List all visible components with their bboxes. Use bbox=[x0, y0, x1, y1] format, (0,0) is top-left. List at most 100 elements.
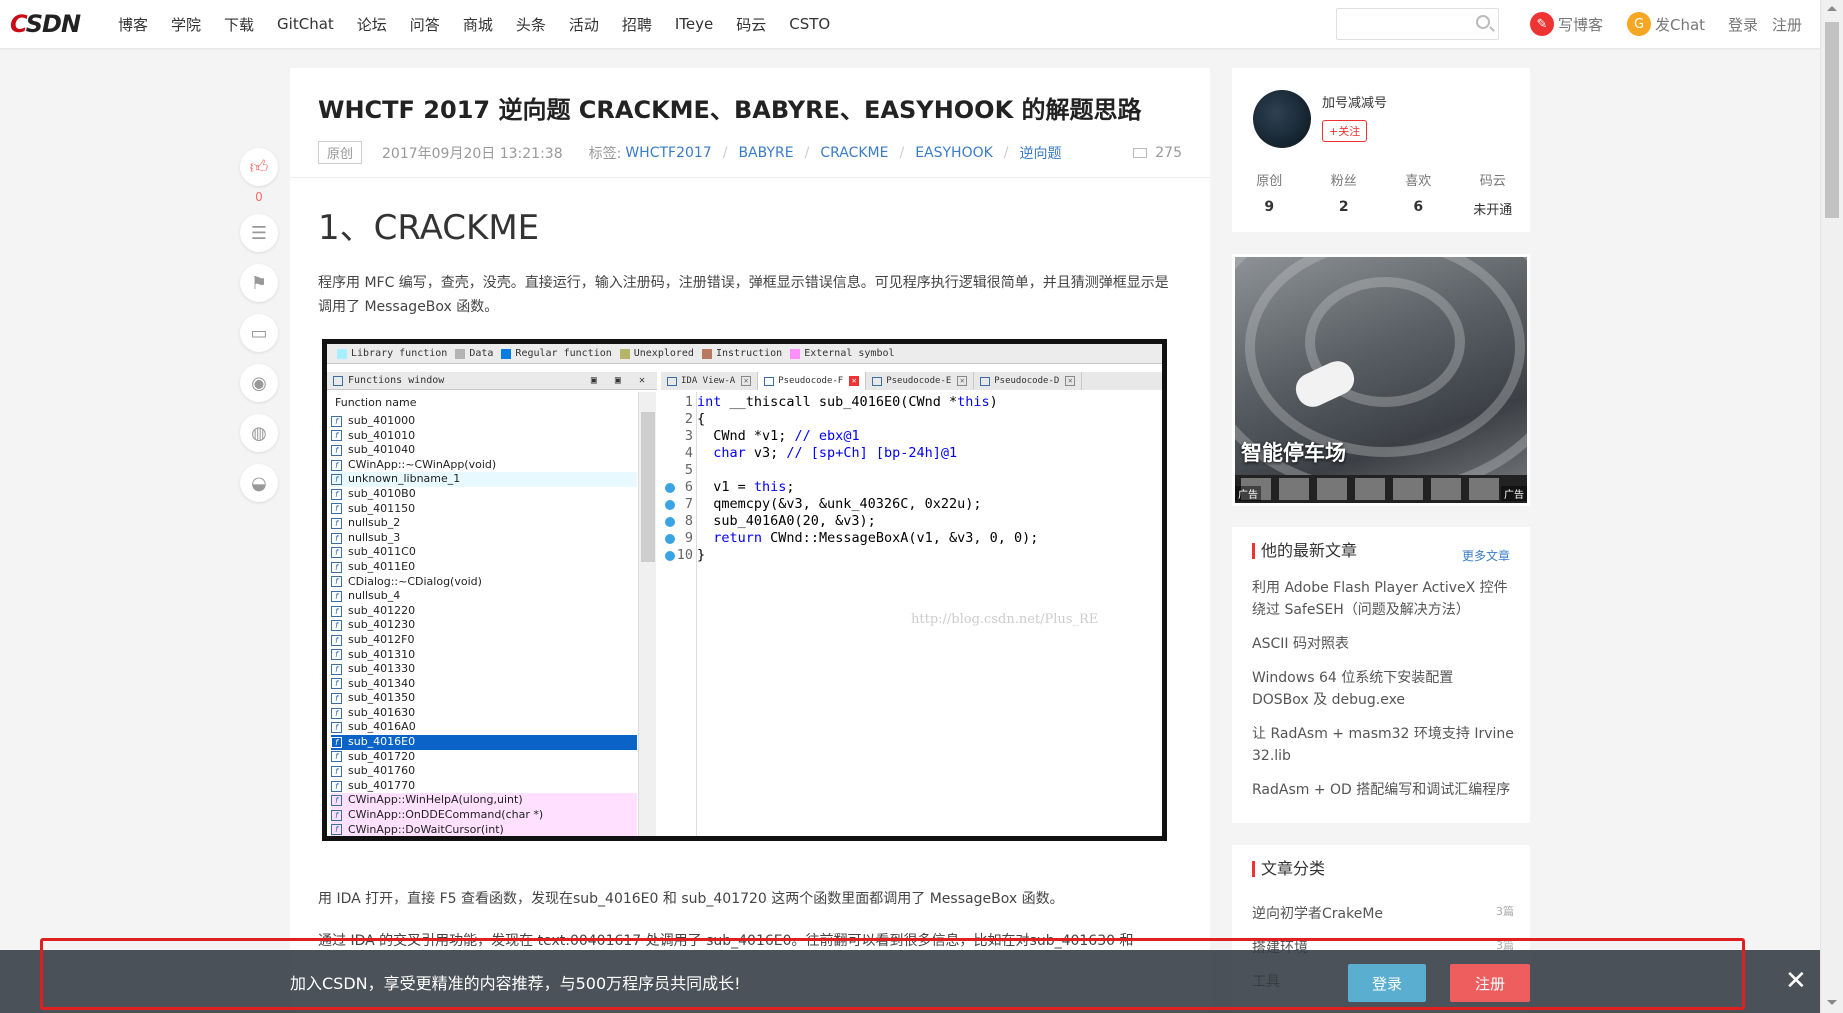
search-input[interactable] bbox=[1336, 8, 1499, 40]
function-list-item[interactable]: f CDialog::~CDialog(void) bbox=[331, 575, 637, 590]
function-list-item[interactable]: f sub_401770 bbox=[331, 779, 637, 794]
like-button[interactable]: 👍︎ bbox=[240, 148, 278, 186]
category-item[interactable]: 逆向初学者CrakeMe 3篇 bbox=[1252, 903, 1514, 923]
nav-item-qa[interactable]: 问答 bbox=[410, 14, 440, 35]
page-scrollbar[interactable] bbox=[1820, 0, 1843, 1013]
ida-tab[interactable]: Pseudocode-E ✕ bbox=[866, 372, 975, 390]
ad-card[interactable]: 智能停车场 广告 广告 bbox=[1232, 254, 1530, 506]
scrollbar-thumb[interactable] bbox=[1825, 22, 1839, 218]
ida-tab[interactable]: IDA View-A ✕ bbox=[661, 372, 759, 390]
nav-item-gitee[interactable]: 码云 bbox=[736, 14, 766, 35]
function-list-item[interactable]: f CWinApp::WinHelpA(ulong,uint) bbox=[331, 793, 637, 809]
function-list-item[interactable]: f CWinApp::DoWaitCursor(int) bbox=[331, 822, 637, 836]
function-list-item[interactable]: f sub_4016A0 bbox=[331, 720, 637, 735]
function-list-item[interactable]: f sub_401040 bbox=[331, 443, 637, 458]
nav-item-csto[interactable]: CSTO bbox=[789, 15, 830, 33]
function-list-item[interactable]: f sub_4012F0 bbox=[331, 633, 637, 648]
article-paragraph: 程序用 MFC 编写，查壳，没壳。直接运行，输入注册码，注册错误，弹框显示错误信… bbox=[318, 275, 1169, 315]
recent-article-link[interactable]: Windows 64 位系统下安装配置 DOSBox 及 debug.exe bbox=[1252, 667, 1514, 711]
ida-tab[interactable]: Pseudocode-F ✕ bbox=[758, 372, 867, 390]
close-tab-icon[interactable]: ✕ bbox=[741, 376, 752, 386]
search-icon[interactable] bbox=[1476, 15, 1490, 29]
watermark: http://blog.csdn.net/Plus_RE bbox=[911, 612, 1099, 627]
function-icon: f bbox=[331, 517, 342, 529]
breakpoint-dot bbox=[665, 517, 675, 527]
stat-gitee: 未开通 bbox=[1473, 203, 1513, 218]
tag-link[interactable]: BABYRE bbox=[738, 145, 793, 161]
function-list-item[interactable]: f nullsub_4 bbox=[331, 589, 637, 604]
stat-fans: 2 bbox=[1338, 199, 1349, 215]
function-list-item[interactable]: f sub_401000 bbox=[331, 414, 637, 429]
close-tab-icon[interactable]: ✕ bbox=[1065, 376, 1076, 386]
write-blog-button[interactable]: ✎ 写博客 bbox=[1530, 12, 1603, 36]
function-list-item[interactable]: f sub_4016E0 bbox=[331, 735, 637, 750]
function-list-item[interactable]: f sub_401720 bbox=[331, 750, 637, 765]
nav-item-blog[interactable]: 博客 bbox=[118, 14, 148, 35]
tag-link[interactable]: CRACKME bbox=[820, 145, 888, 161]
wechat-share-button[interactable]: ◍ bbox=[240, 414, 278, 452]
toc-button[interactable]: ☰ bbox=[240, 214, 278, 252]
bookmark-button[interactable]: ⚑ bbox=[240, 264, 278, 302]
function-icon: f bbox=[331, 605, 342, 617]
close-tab-icon[interactable]: ✕ bbox=[957, 376, 968, 386]
tag-link[interactable]: 逆向题 bbox=[1020, 143, 1062, 163]
tag-link[interactable]: EASYHOOK bbox=[915, 145, 993, 161]
close-icon[interactable]: ✕ bbox=[1785, 966, 1807, 996]
function-list-item[interactable]: f sub_401350 bbox=[331, 691, 637, 706]
function-list-item[interactable]: f sub_401340 bbox=[331, 677, 637, 692]
breakpoint-dot bbox=[665, 500, 675, 510]
weibo-share-button[interactable]: ◉ bbox=[240, 364, 278, 402]
more-articles-link[interactable]: 更多文章 bbox=[1462, 547, 1510, 564]
author-name[interactable]: 加号减减号 bbox=[1322, 92, 1387, 111]
article-title: WHCTF 2017 逆向题 CRACKME、BABYRE、EASYHOOK 的… bbox=[318, 96, 1142, 124]
function-list-item[interactable]: f sub_401330 bbox=[331, 662, 637, 677]
nav-item-forum[interactable]: 论坛 bbox=[357, 14, 387, 35]
function-icon: f bbox=[331, 795, 342, 807]
function-list-item[interactable]: f sub_4011E0 bbox=[331, 560, 637, 575]
function-list-item[interactable]: f sub_4010B0 bbox=[331, 487, 637, 502]
register-link[interactable]: 注册 bbox=[1772, 14, 1802, 35]
nav-item-jobs[interactable]: 招聘 bbox=[622, 14, 652, 35]
recent-article-link[interactable]: ASCII 码对照表 bbox=[1252, 633, 1514, 655]
function-list-item[interactable]: f sub_401220 bbox=[331, 604, 637, 619]
recent-article-link[interactable]: RadAsm + OD 搭配编写和调试汇编程序 bbox=[1252, 779, 1514, 801]
breakpoint-dot bbox=[665, 534, 675, 544]
function-list-item[interactable]: f nullsub_3 bbox=[331, 531, 637, 546]
function-list-item[interactable]: f unknown_libname_1 bbox=[331, 472, 637, 487]
scroll-down-icon[interactable] bbox=[1827, 1000, 1837, 1005]
login-link[interactable]: 登录 bbox=[1728, 14, 1758, 35]
tag-link[interactable]: WHCTF2017 bbox=[625, 145, 711, 161]
csdn-logo[interactable]: CSDN bbox=[10, 10, 81, 38]
tab-icon bbox=[980, 376, 991, 386]
function-list-item[interactable]: f sub_401310 bbox=[331, 648, 637, 663]
comment-button[interactable]: ▭ bbox=[240, 314, 278, 352]
nav-item-events[interactable]: 活动 bbox=[569, 14, 599, 35]
recent-articles-card: 他的最新文章 更多文章 利用 Adobe Flash Player Active… bbox=[1232, 527, 1530, 823]
function-list-item[interactable]: f sub_401010 bbox=[331, 429, 637, 444]
function-list-item[interactable]: f sub_401760 bbox=[331, 764, 637, 779]
fachat-button[interactable]: G 发Chat bbox=[1627, 12, 1705, 36]
qq-share-button[interactable]: ◒ bbox=[240, 464, 278, 502]
function-list-item[interactable]: f CWinApp::OnDDECommand(char *) bbox=[331, 808, 637, 823]
ida-tab[interactable]: Pseudocode-D ✕ bbox=[974, 372, 1083, 390]
nav-item-mall[interactable]: 商城 bbox=[463, 14, 493, 35]
close-tab-icon[interactable]: ✕ bbox=[849, 376, 860, 386]
function-list-item[interactable]: f sub_401150 bbox=[331, 502, 637, 517]
nav-item-headlines[interactable]: 头条 bbox=[516, 14, 546, 35]
follow-button[interactable]: +关注 bbox=[1322, 120, 1368, 142]
avatar[interactable] bbox=[1253, 90, 1311, 148]
function-list-item[interactable]: f nullsub_2 bbox=[331, 516, 637, 531]
function-list-item[interactable]: f sub_4011C0 bbox=[331, 545, 637, 560]
nav-item-download[interactable]: 下载 bbox=[224, 14, 254, 35]
function-list-item[interactable]: f sub_401230 bbox=[331, 618, 637, 633]
function-list-item[interactable]: f CWinApp::~CWinApp(void) bbox=[331, 458, 637, 473]
nav-item-iteye[interactable]: ITeye bbox=[675, 15, 713, 33]
ad-image[interactable]: 智能停车场 广告 广告 bbox=[1235, 257, 1527, 503]
function-icon: f bbox=[331, 561, 342, 573]
recent-article-link[interactable]: 让 RadAsm + masm32 环境支持 Irvine 32.lib bbox=[1252, 723, 1514, 767]
recent-article-link[interactable]: 利用 Adobe Flash Player ActiveX 控件绕过 SafeS… bbox=[1252, 577, 1514, 621]
nav-item-academy[interactable]: 学院 bbox=[171, 14, 201, 35]
nav-item-gitchat[interactable]: GitChat bbox=[277, 15, 334, 33]
scroll-up-icon[interactable] bbox=[1827, 6, 1837, 11]
function-list-item[interactable]: f sub_401630 bbox=[331, 706, 637, 721]
